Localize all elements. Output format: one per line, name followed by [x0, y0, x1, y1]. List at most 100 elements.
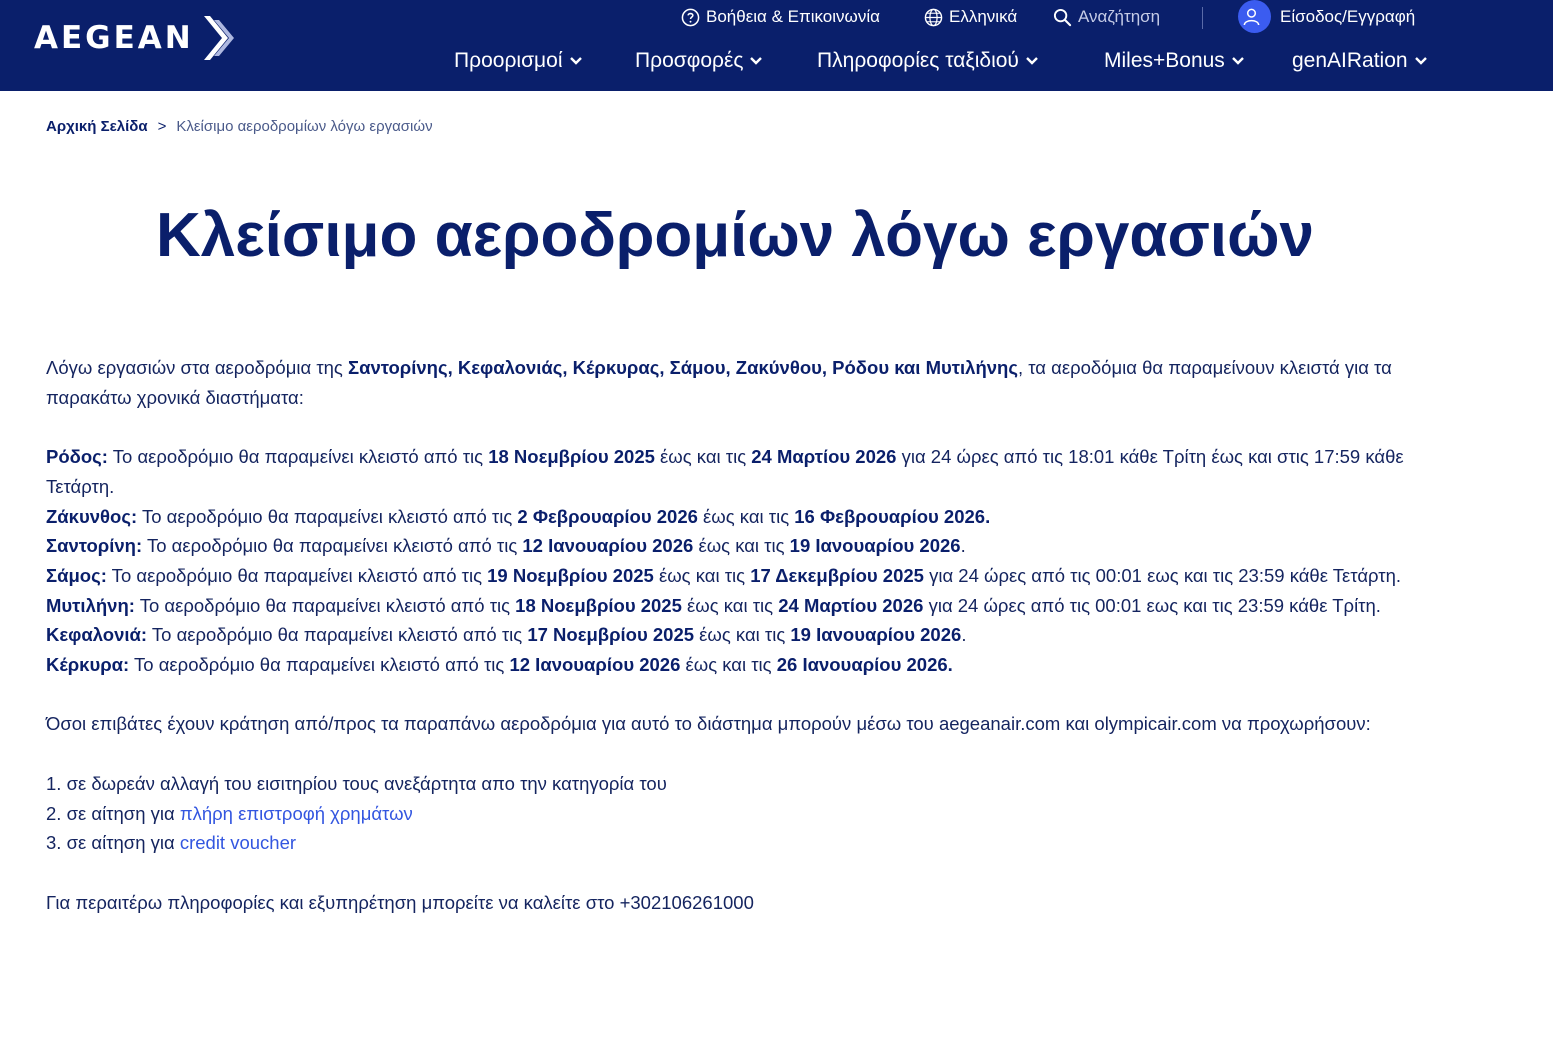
closure-airport: Ρόδος:: [46, 446, 108, 468]
breadcrumb-separator: >: [157, 118, 167, 135]
closure-item: Ρόδος: Το αεροδρόμιο θα παραμείνει κλεισ…: [46, 442, 1416, 501]
option-text: 2. σε αίτηση για: [46, 802, 180, 824]
closure-to: 26 Ιανουαρίου 2026.: [776, 654, 953, 676]
breadcrumb-current: Κλείσιμο αεροδρομίων λόγω εργασιών: [176, 118, 433, 135]
top-header: AEGEAN Βοήθεια & Επικοινωνία Ελληνικά Αν…: [0, 0, 1553, 91]
closure-from: 18 Νοεμβρίου 2025: [515, 594, 682, 616]
closure-to: 19 Ιανουαρίου 2026: [790, 624, 962, 646]
option-item: 1. σε δωρεάν αλλαγή του εισιτηρίου τους …: [46, 769, 1416, 799]
closure-mid: έως και τις: [654, 446, 752, 468]
closure-text: Το αεροδρόμιο θα παραμείνει κλειστό από …: [107, 446, 489, 468]
closure-mid: έως και τις: [693, 535, 790, 557]
closure-from: 2 Φεβρουαρίου 2026: [517, 505, 698, 527]
closure-item: Κέρκυρα: Το αεροδρόμιο θα παραμείνει κλε…: [46, 650, 1416, 680]
language-label: Ελληνικά: [949, 7, 1018, 26]
chevron-down-icon: [569, 57, 582, 65]
closure-from: 17 Νοεμβρίου 2025: [527, 624, 695, 646]
closure-tail: για 24 ώρες από τις 00:01 εως και τις 23…: [923, 564, 1402, 586]
option-item: 3. σε αίτηση για credit voucher: [46, 828, 1416, 858]
logo-wing-icon: [203, 16, 234, 60]
closure-mid: έως και τις: [653, 564, 751, 586]
chevron-down-icon: [1414, 57, 1427, 65]
closure-mid: έως και τις: [680, 654, 777, 676]
closure-item: Σάμος: Το αεροδρόμιο θα παραμείνει κλεισ…: [46, 561, 1416, 591]
intro-paragraph: Λόγω εργασιών στα αεροδρόμια της Σαντορί…: [46, 353, 1416, 412]
closure-text: Το αεροδρόμιο θα παραμείνει κλειστό από …: [137, 505, 518, 527]
closure-to: 24 Μαρτίου 2026: [751, 446, 897, 468]
closure-airport: Ζάκυνθος:: [46, 505, 138, 527]
option-text: 3. σε αίτηση για: [46, 832, 180, 854]
closure-from: 19 Νοεμβρίου 2025: [487, 564, 654, 586]
aegean-logo[interactable]: AEGEAN: [34, 14, 240, 62]
closure-text: Το αεροδρόμιο θα παραμείνει κλειστό από …: [106, 564, 488, 586]
closure-mid: έως και τις: [697, 505, 795, 527]
logo-text: AEGEAN: [34, 20, 194, 56]
help-contact-link[interactable]: Βοήθεια & Επικοινωνία: [681, 6, 880, 28]
nav-travel-info-label: Πληροφορίες ταξιδιού: [817, 49, 1019, 72]
closure-to: 17 Δεκεμβρίου 2025: [750, 564, 924, 586]
language-selector[interactable]: Ελληνικά: [924, 6, 1017, 28]
search-placeholder: Αναζήτηση: [1078, 7, 1161, 26]
closure-mid: έως και τις: [694, 624, 791, 646]
login-register-button[interactable]: Είσοδος/Εγγραφή: [1238, 0, 1415, 33]
closure-item: Μυτιλήνη: Το αεροδρόμιο θα παραμείνει κλ…: [46, 591, 1416, 621]
closure-to: 19 Ιανουαρίου 2026: [789, 535, 961, 557]
breadcrumb-home-link[interactable]: Αρχική Σελίδα: [46, 118, 148, 135]
credit-voucher-link[interactable]: credit voucher: [180, 832, 296, 853]
nav-miles-bonus[interactable]: Miles+Bonus: [1104, 47, 1245, 75]
nav-genairation[interactable]: genAIRation: [1292, 47, 1428, 75]
globe-icon: [924, 8, 943, 26]
closure-tail: για 24 ώρες από τις 00:01 εως και τις 23…: [923, 594, 1381, 616]
chevron-down-icon: [750, 57, 763, 65]
utility-divider: [1202, 7, 1203, 29]
avatar: [1238, 0, 1271, 33]
closure-item: Σαντορίνη: Το αεροδρόμιο θα παραμείνει κ…: [46, 531, 1416, 561]
closure-tail: .: [960, 535, 966, 557]
search-trigger[interactable]: Αναζήτηση: [1053, 6, 1160, 28]
login-register-label: Είσοδος/Εγγραφή: [1280, 6, 1416, 26]
intro-airports: Σαντορίνης, Κεφαλονιάς, Κέρκυρας, Σάμου,…: [347, 357, 1018, 378]
closure-to: 16 Φεβρουαρίου 2026.: [794, 505, 991, 527]
closure-from: 12 Ιανουαρίου 2026: [509, 654, 681, 676]
closure-to: 24 Μαρτίου 2026: [778, 594, 924, 616]
closure-text: Το αεροδρόμιο θα παραμείνει κλειστό από …: [147, 624, 528, 646]
closure-text: Το αεροδρόμιο θα παραμείνει κλειστό από …: [142, 535, 523, 557]
closure-text: Το αεροδρόμιο θα παραμείνει κλειστό από …: [134, 594, 516, 616]
nav-genairation-label: genAIRation: [1292, 49, 1408, 72]
question-circle-icon: [681, 8, 700, 26]
nav-miles-bonus-label: Miles+Bonus: [1104, 49, 1225, 72]
nav-destinations-label: Προορισμοί: [454, 49, 563, 72]
article-body: Λόγω εργασιών στα αεροδρόμια της Σαντορί…: [46, 353, 1416, 917]
passengers-note: Όσοι επιβάτες έχουν κράτηση από/προς τα …: [46, 713, 1371, 735]
user-icon: [1243, 8, 1260, 26]
nav-destinations[interactable]: Προορισμοί: [454, 47, 583, 75]
option-text: 1. σε δωρεάν αλλαγή του εισιτηρίου τους …: [46, 772, 667, 794]
nav-offers[interactable]: Προσφορές: [635, 47, 763, 75]
contact-info: Για περαιτέρω πληροφορίες και εξυπηρέτησ…: [46, 891, 754, 913]
chevron-down-icon: [1026, 57, 1038, 65]
intro-text: Λόγω εργασιών στα αεροδρόμια της: [46, 357, 348, 378]
closure-text: Το αεροδρόμιο θα παραμείνει κλειστό από …: [129, 654, 510, 676]
closure-from: 18 Νοεμβρίου 2025: [488, 446, 655, 468]
closure-item: Κεφαλονιά: Το αεροδρόμιο θα παραμείνει κ…: [46, 620, 1416, 650]
closure-mid: έως και τις: [681, 594, 779, 616]
closure-airport: Κέρκυρα:: [46, 654, 130, 676]
breadcrumb: Αρχική Σελίδα > Κλείσιμο αεροδρομίων λόγ…: [46, 118, 433, 135]
nav-offers-label: Προσφορές: [635, 49, 744, 72]
chevron-down-icon: [1231, 57, 1244, 65]
closure-airport: Κεφαλονιά:: [46, 624, 148, 646]
full-refund-link[interactable]: πλήρη επιστροφή χρημάτων: [180, 803, 413, 824]
closure-airport: Σάμος:: [46, 564, 107, 586]
closure-item: Ζάκυνθος: Το αεροδρόμιο θα παραμείνει κλ…: [46, 502, 1416, 532]
closure-from: 12 Ιανουαρίου 2026: [522, 535, 694, 557]
page-title: Κλείσιμο αεροδρομίων λόγω εργασιών: [156, 201, 1314, 270]
help-contact-label: Βοήθεια & Επικοινωνία: [706, 7, 880, 26]
closure-airport: Μυτιλήνη:: [46, 594, 135, 616]
closure-airport: Σαντορίνη:: [46, 535, 143, 557]
nav-travel-info[interactable]: Πληροφορίες ταξιδιού: [817, 47, 1039, 75]
search-icon: [1053, 8, 1072, 26]
